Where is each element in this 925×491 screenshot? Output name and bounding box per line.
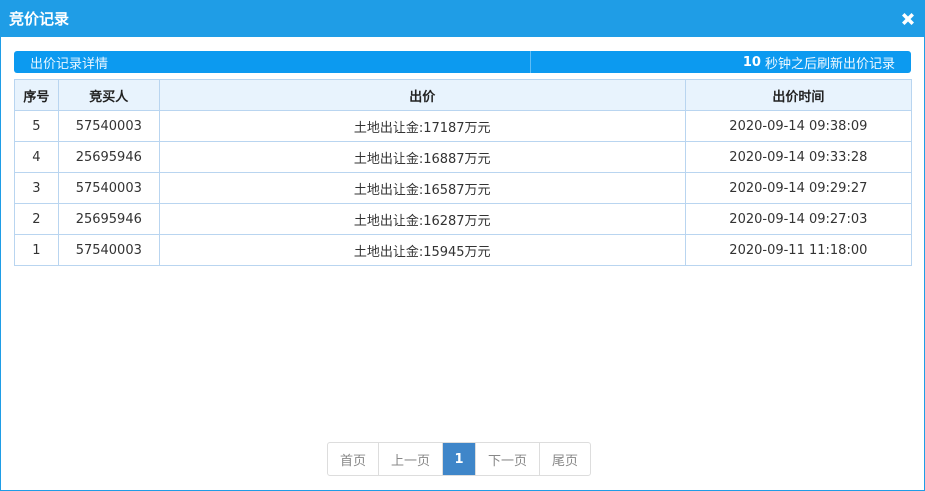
cell-price: 土地出让金:17187万元: [158, 110, 686, 142]
table-row: 1 57540003 土地出让金:15945万元 2020-09-11 11:1…: [14, 234, 913, 266]
cell-no: 1: [14, 234, 59, 266]
header-bidder: 竞买人: [57, 79, 160, 111]
cell-price: 土地出让金:16287万元: [158, 203, 686, 235]
cell-time: 2020-09-14 09:29:27: [684, 172, 913, 204]
cell-no: 2: [14, 203, 59, 235]
first-page-button[interactable]: 首页: [328, 443, 380, 475]
info-bar: 出价记录详情 10 秒钟之后刷新出价记录: [14, 51, 911, 73]
record-detail-label: 出价记录详情: [14, 51, 531, 73]
cell-bidder: 25695946: [57, 203, 160, 235]
bid-table: 序号 竞买人 出价 出价时间 5 57540003 土地出让金:17187万元 …: [14, 79, 913, 266]
cell-time: 2020-09-11 11:18:00: [684, 234, 913, 266]
cell-no: 3: [14, 172, 59, 204]
dialog-content: 出价记录详情 10 秒钟之后刷新出价记录 序号 竞买人 出价 出价时间 5 57…: [1, 37, 924, 266]
pagination: 首页 上一页 1 下一页 尾页: [327, 442, 592, 476]
last-page-button[interactable]: 尾页: [540, 443, 590, 475]
cell-price: 土地出让金:15945万元: [158, 234, 686, 266]
bid-record-dialog: 竞价记录 出价记录详情 10 秒钟之后刷新出价记录 序号 竞买人 出价 出价时间: [0, 0, 925, 491]
cell-bidder: 25695946: [57, 141, 160, 173]
current-page-button[interactable]: 1: [443, 443, 477, 475]
cell-price: 土地出让金:16587万元: [158, 172, 686, 204]
close-button[interactable]: [898, 9, 918, 29]
refresh-text: 秒钟之后刷新出价记录: [764, 56, 895, 72]
cell-time: 2020-09-14 09:33:28: [684, 141, 913, 173]
header-price: 出价: [158, 79, 686, 111]
refresh-countdown: 10: [742, 54, 761, 70]
refresh-notice: 10 秒钟之后刷新出价记录: [531, 51, 911, 73]
cell-bidder: 57540003: [57, 234, 160, 266]
dialog-titlebar: 竞价记录: [1, 0, 924, 37]
cell-no: 5: [14, 110, 59, 142]
next-page-button[interactable]: 下一页: [476, 443, 541, 475]
dialog-title: 竞价记录: [9, 10, 70, 28]
table-row: 5 57540003 土地出让金:17187万元 2020-09-14 09:3…: [14, 110, 913, 142]
prev-page-button[interactable]: 上一页: [379, 443, 444, 475]
table-row: 4 25695946 土地出让金:16887万元 2020-09-14 09:3…: [14, 141, 913, 173]
header-no: 序号: [14, 79, 59, 111]
cell-time: 2020-09-14 09:38:09: [684, 110, 913, 142]
cell-time: 2020-09-14 09:27:03: [684, 203, 913, 235]
table-row: 3 57540003 土地出让金:16587万元 2020-09-14 09:2…: [14, 172, 913, 204]
close-icon: [902, 12, 914, 25]
cell-bidder: 57540003: [57, 172, 160, 204]
cell-bidder: 57540003: [57, 110, 160, 142]
header-time: 出价时间: [684, 79, 913, 111]
cell-price: 土地出让金:16887万元: [158, 141, 686, 173]
table-header-row: 序号 竞买人 出价 出价时间: [14, 79, 913, 111]
table-row: 2 25695946 土地出让金:16287万元 2020-09-14 09:2…: [14, 203, 913, 235]
cell-no: 4: [14, 141, 59, 173]
